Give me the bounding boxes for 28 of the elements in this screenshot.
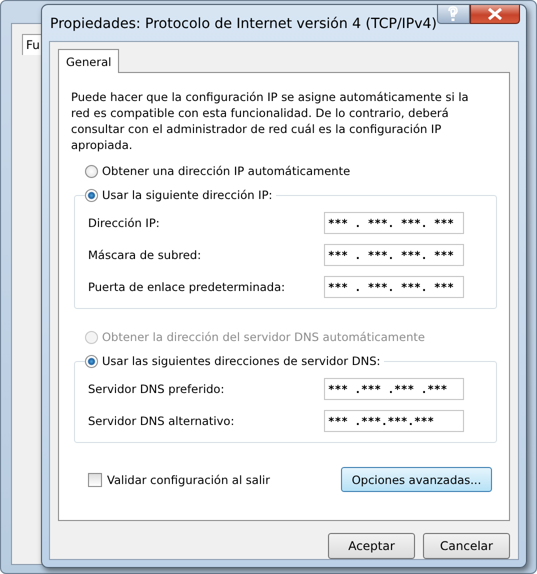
radio-button[interactable]	[85, 354, 98, 368]
close-button[interactable]	[470, 5, 520, 24]
field-label: Servidor DNS alternativo:	[88, 414, 234, 428]
field-label: Puerta de enlace predeterminada:	[88, 280, 286, 294]
field-label: Dirección IP:	[88, 216, 160, 230]
help-icon	[446, 6, 460, 22]
ip-field[interactable]: *** . ***. ***. ***	[324, 212, 464, 234]
description-text: Puede hacer que la configuración IP se asigne automáticamente si la red es compatible con esta funcionalidad. De lo contrario, deberá consultar con el administrador de red cuál es la configuración IP apropiada.	[71, 89, 470, 153]
radio-label[interactable]: Usar las siguientes direcciones de servidor DNS:	[102, 354, 380, 368]
cancel-button[interactable]: Cancelar	[423, 533, 510, 559]
radio-label[interactable]: Usar la siguiente dirección IP:	[102, 188, 272, 202]
checkbox-label[interactable]: Validar configuración al salir	[107, 472, 341, 486]
window-title: Propiedades: Protocolo de Internet versión 4 (TCP/IPv4)	[50, 16, 437, 32]
field-label: Máscara de subred:	[88, 248, 202, 262]
radio-button[interactable]	[85, 164, 98, 178]
ip-field[interactable]: *** .***.***.***	[324, 410, 464, 432]
ip-field[interactable]: *** .*** .*** .***	[324, 378, 464, 400]
checkbox[interactable]	[88, 472, 102, 486]
field-label: Servidor DNS preferido:	[88, 382, 224, 396]
close-icon	[486, 8, 503, 20]
ip-field[interactable]: *** . ***. ***. ***	[324, 276, 464, 298]
ok-button[interactable]: Aceptar	[328, 533, 415, 559]
radio-label[interactable]: Obtener una dirección IP automáticamente	[102, 164, 350, 178]
help-button[interactable]	[436, 5, 470, 24]
radio-button[interactable]	[85, 188, 98, 202]
advanced-options-button[interactable]: Opciones avanzadas...	[341, 467, 492, 492]
tab[interactable]: General	[58, 49, 120, 73]
ip-field[interactable]: *** . ***. ***. ***	[324, 244, 464, 266]
